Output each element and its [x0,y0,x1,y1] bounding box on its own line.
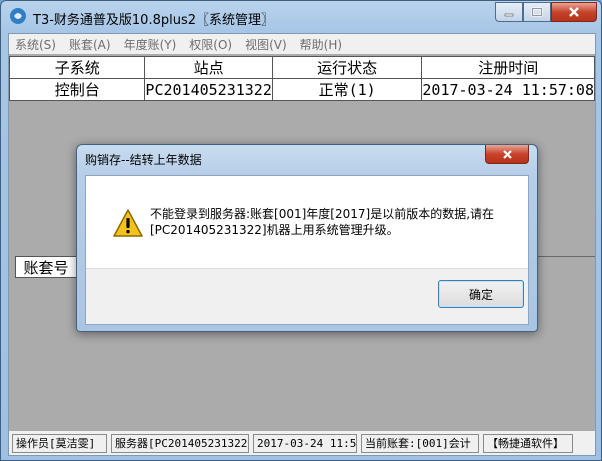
table-header-row: 子系统 站点 运行状态 注册时间 [8,56,595,79]
maximize-button[interactable] [523,2,551,22]
dialog-title: 购销存--结转上年数据 [85,153,202,167]
warning-icon [113,209,143,237]
menu-permission[interactable]: 权限(O) [189,36,232,53]
column-header-register-time[interactable]: 注册时间 [421,56,595,79]
table-row[interactable]: 控制台 PC201405231322 正常(1) 2017-03-24 11:5… [8,78,595,101]
dialog-close-button[interactable] [485,145,529,164]
status-brand: 【畅捷通软件】 [483,433,573,453]
message-dialog: 购销存--结转上年数据 不能登录到服务器:账套[001]年度[2017]是以前版… [76,144,538,332]
close-icon [502,149,512,159]
column-header-site[interactable]: 站点 [144,56,273,79]
menu-view[interactable]: 视图(V) [245,36,287,53]
dialog-message: 不能登录到服务器:账套[001]年度[2017]是以前版本的数据,请在 [PC2… [150,206,520,238]
minimize-icon [504,13,514,17]
close-icon [569,7,579,17]
maximize-icon [531,7,543,17]
app-logo-icon [10,8,26,24]
status-server: 服务器[PC201405231322] [111,433,249,453]
status-operator: 操作员[莫洁雯] [12,433,107,453]
account-number-header[interactable]: 账套号 [15,256,77,278]
column-header-status[interactable]: 运行状态 [271,56,423,79]
title-bar: T3-财务通普及版10.8plus2〖系统管理〗 [1,1,601,33]
status-datetime: 2017-03-24 11:57 [253,433,357,453]
cell-subsystem[interactable]: 控制台 [8,78,146,101]
close-button[interactable] [551,2,597,22]
status-bar: 操作员[莫洁雯] 服务器[PC201405231322] 2017-03-24 … [9,431,595,455]
status-current-account: 当前账套:[001]会计 [361,433,479,453]
menu-account[interactable]: 账套(A) [69,36,111,53]
dialog-message-line1: 不能登录到服务器:账套[001]年度[2017]是以前版本的数据,请在 [150,207,495,221]
subsystem-table: 子系统 站点 运行状态 注册时间 控制台 PC201405231322 正常(1… [8,56,595,101]
dialog-message-line2: [PC201405231322]机器上用系统管理升级。 [150,223,399,237]
cell-site[interactable]: PC201405231322 [144,78,273,101]
column-header-subsystem[interactable]: 子系统 [8,56,146,79]
minimize-button[interactable] [495,2,523,22]
ok-button[interactable]: 确定 [438,280,524,308]
menu-system[interactable]: 系统(S) [15,36,56,53]
menu-year-account[interactable]: 年度账(Y) [124,36,177,53]
window-title: T3-财务通普及版10.8plus2〖系统管理〗 [33,13,274,28]
dialog-body: 不能登录到服务器:账套[001]年度[2017]是以前版本的数据,请在 [PC2… [85,175,529,325]
menu-bar: 系统(S) 账套(A) 年度账(Y) 权限(O) 视图(V) 帮助(H) [9,34,595,54]
menu-help[interactable]: 帮助(H) [300,36,342,53]
cell-status[interactable]: 正常(1) [271,78,423,101]
cell-register-time[interactable]: 2017-03-24 11:57:08 [421,78,595,101]
